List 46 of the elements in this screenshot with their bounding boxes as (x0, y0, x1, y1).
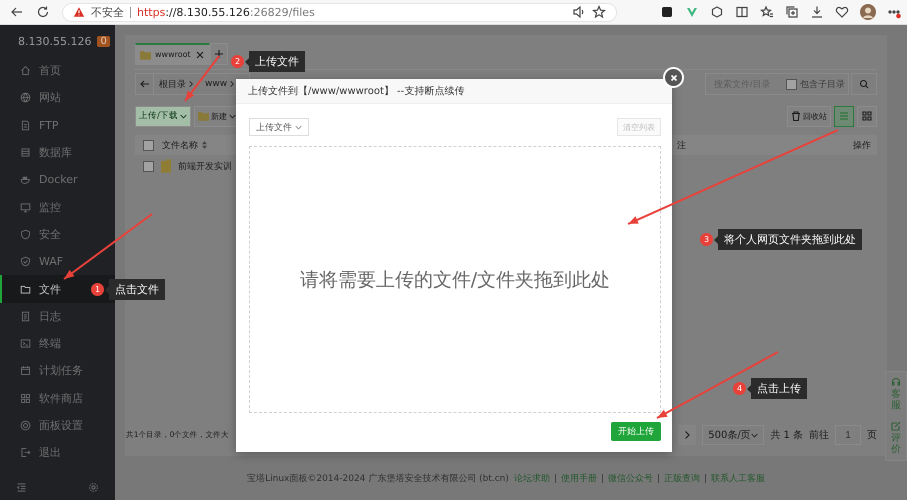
alert-count[interactable]: 0 (97, 36, 110, 46)
sidebar-item[interactable]: 日志 (0, 302, 115, 330)
upload-download-button[interactable]: 上传/下载 (135, 106, 191, 126)
file-name[interactable]: 前端开发实训 (178, 160, 232, 172)
footer-link[interactable]: 使用手册 (560, 472, 597, 484)
sidebar-item[interactable]: FTP (0, 112, 115, 139)
breadcrumb-link[interactable]: 根目录 (159, 78, 186, 90)
url-text: https://8.130.55.126:26829/files (137, 6, 315, 18)
total-count: 共 1 条 (770, 428, 803, 442)
sidebar-item[interactable]: 计划任务 (0, 357, 115, 385)
dialog-title: 上传文件到【/www/wwwroot】 --支持断点续传 (248, 84, 464, 98)
page-input[interactable]: 1 (835, 425, 861, 445)
footer-link[interactable]: 正版查询 (664, 472, 700, 484)
upload-type-select[interactable]: 上传文件 (249, 118, 309, 136)
sidebar-item[interactable]: WAF (0, 248, 115, 276)
page-size-select[interactable]: 500条/页 (702, 425, 764, 445)
column-header: 注 (677, 140, 686, 150)
footer-link[interactable]: 联系人工客服 (710, 472, 765, 484)
sidebar-item[interactable]: 软件商店 (0, 384, 115, 412)
sidebar-item[interactable]: 网站 (0, 84, 115, 112)
copyright-text: 宝塔Linux面板©2014-2024 广东堡塔安全技术有限公司 (bt.cn) (247, 472, 509, 484)
column-header: 操作 (853, 140, 871, 150)
start-upload-button[interactable]: 开始上传 (611, 422, 661, 441)
sidebar-item[interactable]: 首页 (0, 57, 115, 84)
footer-link[interactable]: 论坛求助 (514, 472, 550, 484)
page-suffix: 页 (867, 429, 877, 442)
sidebar-item[interactable]: 监控 (0, 193, 115, 221)
sidebar-item[interactable]: Docker (0, 166, 115, 194)
sidebar-item[interactable]: 数据库 (0, 138, 115, 166)
sidebar-item[interactable]: 终端 (0, 330, 115, 358)
footer-link[interactable]: 微信公众号 (608, 472, 653, 484)
goto-label: 前往 (809, 428, 829, 442)
include-subdirectories-checkbox[interactable]: 包含子目录 (786, 78, 845, 90)
sidebar-item[interactable]: 退出 (0, 439, 115, 466)
security-label: 不安全 (91, 6, 131, 18)
folder-tab[interactable]: wwwroot (135, 43, 210, 65)
recycle-bin-button[interactable]: 回收站 (787, 106, 831, 126)
server-address: 8.130.55.126 (18, 34, 92, 48)
column-header: 文件名称 (162, 140, 198, 152)
drop-zone[interactable]: 请将需要上传的文件/文件夹拖到此处 (249, 146, 661, 413)
address-bar[interactable]: 不安全 https://8.130.55.126:26829/files (62, 2, 617, 22)
float-button[interactable]: 客服 (891, 377, 901, 411)
sidebar-item[interactable]: 安全 (0, 220, 115, 248)
breadcrumb-link[interactable]: www (205, 79, 228, 89)
float-button[interactable]: 评价 (891, 421, 901, 455)
sidebar-item[interactable]: 面板设置 (0, 412, 115, 440)
